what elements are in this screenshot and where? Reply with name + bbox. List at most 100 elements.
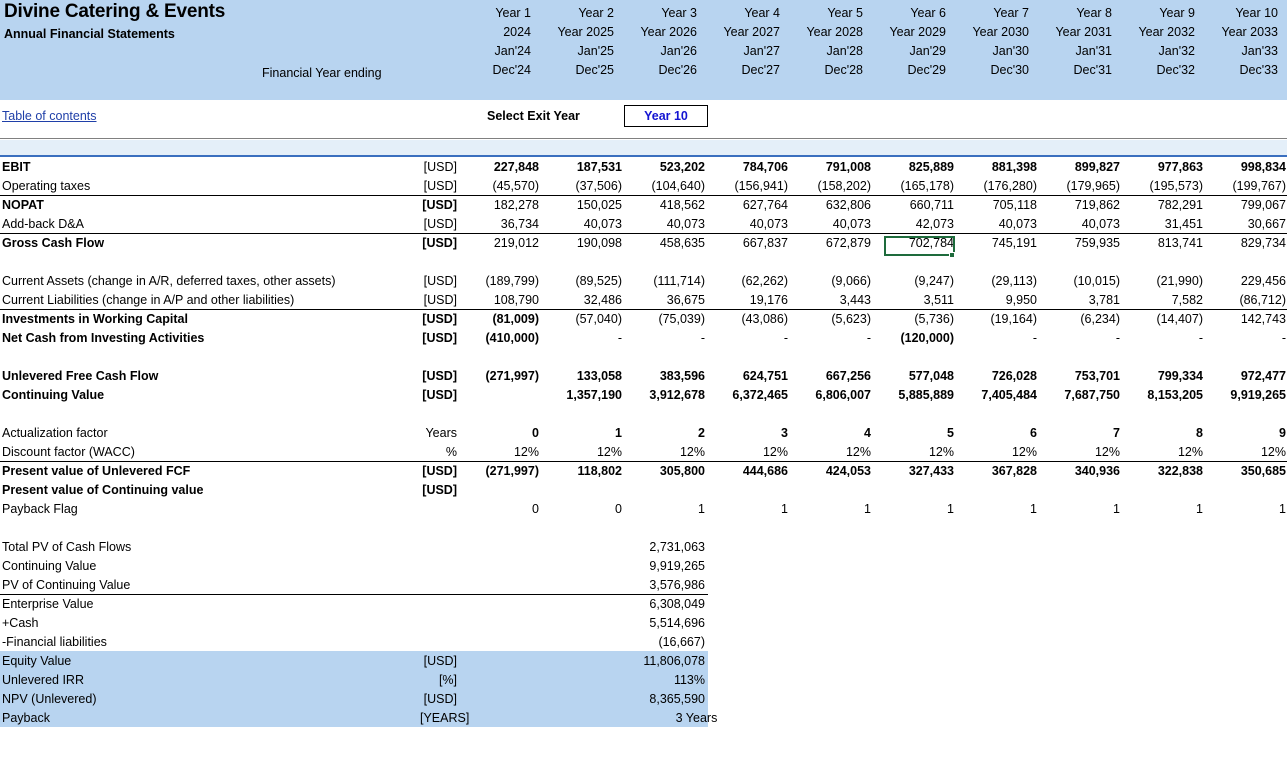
cell[interactable]: 667,837 xyxy=(709,236,792,250)
cell[interactable]: 31,451 xyxy=(1124,217,1207,231)
cell[interactable]: 40,073 xyxy=(709,217,792,231)
summary-value[interactable]: 3,576,986 xyxy=(626,578,709,592)
cell[interactable]: 627,764 xyxy=(709,198,792,212)
cell[interactable]: 12% xyxy=(1207,445,1287,459)
summary-row-npv[interactable]: NPV (Unlevered) [USD] 8,365,590 xyxy=(0,689,1287,708)
cell[interactable]: 799,334 xyxy=(1124,369,1207,383)
cell[interactable]: 36,675 xyxy=(626,293,709,307)
summary-value[interactable]: 9,919,265 xyxy=(626,559,709,573)
cell[interactable]: (86,712) xyxy=(1207,293,1287,307)
summary-value[interactable]: 2,731,063 xyxy=(626,540,709,554)
cell[interactable]: (57,040) xyxy=(543,312,626,326)
summary-row[interactable]: Enterprise Value 6,308,049 xyxy=(0,594,1287,613)
cell[interactable]: 3,443 xyxy=(792,293,875,307)
cell[interactable]: (9,247) xyxy=(875,274,958,288)
cell[interactable]: 577,048 xyxy=(875,369,958,383)
summary-row[interactable]: +Cash 5,514,696 xyxy=(0,613,1287,632)
cell[interactable]: 3,781 xyxy=(1041,293,1124,307)
cell[interactable]: 3,912,678 xyxy=(626,388,709,402)
cell[interactable]: 726,028 xyxy=(958,369,1041,383)
cell[interactable]: - xyxy=(1124,331,1207,345)
cell[interactable]: (14,407) xyxy=(1124,312,1207,326)
cell[interactable]: 2 xyxy=(626,426,709,440)
cell[interactable]: 32,486 xyxy=(543,293,626,307)
cell[interactable]: 6,806,007 xyxy=(792,388,875,402)
cell[interactable]: (410,000) xyxy=(460,331,543,345)
summary-row-equity-value[interactable]: Equity Value [USD] 11,806,078 xyxy=(0,651,1287,670)
cell[interactable]: (37,506) xyxy=(543,179,626,193)
summary-value[interactable]: 8,365,590 xyxy=(626,692,709,706)
cell[interactable]: (9,066) xyxy=(792,274,875,288)
cell[interactable]: 182,278 xyxy=(460,198,543,212)
cell[interactable]: 7,687,750 xyxy=(1041,388,1124,402)
cell[interactable]: 799,067 xyxy=(1207,198,1287,212)
cell[interactable]: 12% xyxy=(626,445,709,459)
cell[interactable]: 8,153,205 xyxy=(1124,388,1207,402)
cell[interactable]: (189,799) xyxy=(460,274,543,288)
cell[interactable]: 829,734 xyxy=(1207,236,1287,250)
cell[interactable]: (156,941) xyxy=(709,179,792,193)
summary-row-unlevered-irr[interactable]: Unlevered IRR [%] 113% xyxy=(0,670,1287,689)
cell[interactable]: 998,834 xyxy=(1207,160,1287,174)
cell[interactable]: 12% xyxy=(1041,445,1124,459)
table-row[interactable]: Operating taxes [USD] (45,570) (37,506) … xyxy=(0,176,1287,195)
cell[interactable]: 7,582 xyxy=(1124,293,1207,307)
cell[interactable]: 229,456 xyxy=(1207,274,1287,288)
table-row[interactable]: Payback Flag 0 0 1 1 1 1 1 1 1 1 xyxy=(0,499,1287,518)
cell[interactable]: (165,178) xyxy=(875,179,958,193)
cell[interactable]: (195,573) xyxy=(1124,179,1207,193)
cell[interactable]: (29,113) xyxy=(958,274,1041,288)
cell[interactable]: 5,885,889 xyxy=(875,388,958,402)
summary-row[interactable]: PV of Continuing Value 3,576,986 xyxy=(0,575,1287,594)
cell[interactable]: 190,098 xyxy=(543,236,626,250)
summary-row[interactable]: Continuing Value 9,919,265 xyxy=(0,556,1287,575)
cell[interactable]: (5,623) xyxy=(792,312,875,326)
cell[interactable]: 825,889 xyxy=(875,160,958,174)
cell[interactable]: 383,596 xyxy=(626,369,709,383)
table-row[interactable]: Discount factor (WACC) % 12% 12% 12% 12%… xyxy=(0,442,1287,461)
table-row[interactable]: Continuing Value [USD] 1,357,190 3,912,6… xyxy=(0,385,1287,404)
cell[interactable]: 133,058 xyxy=(543,369,626,383)
cell[interactable]: 150,025 xyxy=(543,198,626,212)
cell[interactable]: 30,667 xyxy=(1207,217,1287,231)
cell[interactable]: 142,743 xyxy=(1207,312,1287,326)
cell[interactable]: 219,012 xyxy=(460,236,543,250)
cell[interactable]: 784,706 xyxy=(709,160,792,174)
cell[interactable]: 667,256 xyxy=(792,369,875,383)
summary-value[interactable]: (16,667) xyxy=(626,635,709,649)
cell[interactable]: 523,202 xyxy=(626,160,709,174)
cell[interactable]: (62,262) xyxy=(709,274,792,288)
cell[interactable]: 719,862 xyxy=(1041,198,1124,212)
cell[interactable]: - xyxy=(1207,331,1287,345)
table-row[interactable]: Current Liabilities (change in A/P and o… xyxy=(0,290,1287,309)
cell[interactable]: - xyxy=(792,331,875,345)
cell[interactable]: 12% xyxy=(1124,445,1207,459)
cell[interactable]: 12% xyxy=(792,445,875,459)
cell[interactable]: 4 xyxy=(792,426,875,440)
cell[interactable]: 40,073 xyxy=(792,217,875,231)
cell[interactable]: 753,701 xyxy=(1041,369,1124,383)
cell[interactable]: 632,806 xyxy=(792,198,875,212)
cell[interactable]: 1 xyxy=(1041,502,1124,516)
table-row[interactable]: NOPAT [USD] 182,278 150,025 418,562 627,… xyxy=(0,195,1287,214)
cell-selected[interactable]: 42,073 xyxy=(875,217,958,231)
cell[interactable]: 327,433 xyxy=(875,464,958,478)
table-row[interactable]: Investments in Working Capital [USD] (81… xyxy=(0,309,1287,328)
cell[interactable]: 1 xyxy=(1207,502,1287,516)
cell[interactable]: 1 xyxy=(709,502,792,516)
cell[interactable]: - xyxy=(958,331,1041,345)
cell[interactable]: (45,570) xyxy=(460,179,543,193)
cell[interactable]: 1 xyxy=(875,502,958,516)
cell[interactable]: 1 xyxy=(958,502,1041,516)
cell[interactable]: 972,477 xyxy=(1207,369,1287,383)
table-row[interactable]: Current Assets (change in A/R, deferred … xyxy=(0,271,1287,290)
cell[interactable]: 12% xyxy=(958,445,1041,459)
summary-value[interactable]: 113% xyxy=(626,673,709,687)
cell[interactable]: (5,736) xyxy=(875,312,958,326)
summary-value[interactable]: 5,514,696 xyxy=(626,616,709,630)
cell[interactable]: 977,863 xyxy=(1124,160,1207,174)
cell[interactable]: 322,838 xyxy=(1124,464,1207,478)
cell[interactable]: (179,965) xyxy=(1041,179,1124,193)
table-row[interactable]: Unlevered Free Cash Flow [USD] (271,997)… xyxy=(0,366,1287,385)
cell[interactable]: (81,009) xyxy=(460,312,543,326)
